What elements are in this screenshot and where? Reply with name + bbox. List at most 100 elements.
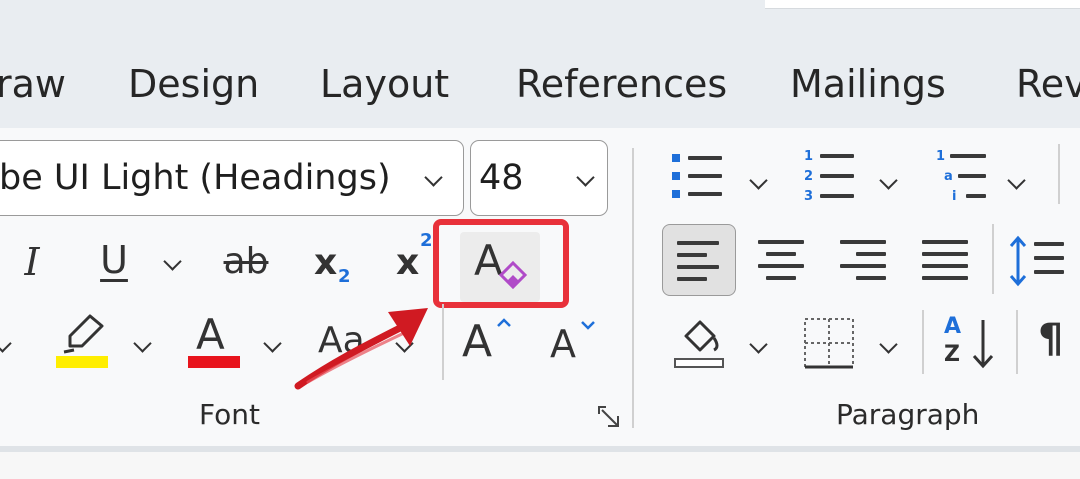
tab-references[interactable]: References [516,62,727,106]
list-line [820,194,854,198]
numbering-button[interactable]: 1 2 3 [804,148,856,204]
align-line [922,276,968,280]
highlight-color-dropdown[interactable] [133,334,152,354]
list-line [950,154,986,158]
grow-font-button[interactable]: A [462,316,518,372]
show-formatting-marks-button[interactable]: ¶ [1038,316,1063,362]
font-color-button[interactable]: A [186,310,244,372]
highlight-color-button[interactable] [56,312,112,372]
numbering-digit: 2 [804,169,814,184]
multilevel-list-button[interactable]: 1 a i [936,148,988,204]
sort-letter-z: Z [944,342,960,367]
shrink-font-button[interactable]: A [550,321,602,372]
shading-button[interactable] [672,318,726,370]
chevron-down-icon [576,168,595,187]
font-name-dropdown[interactable] [424,168,443,188]
align-line [766,276,796,280]
search-box-edge[interactable] [765,0,1080,9]
bullet-square [672,190,680,198]
align-line [840,240,886,244]
numbering-digit: 1 [804,149,814,164]
superscript-icon: x [396,242,420,283]
line-spacing-button[interactable] [1008,232,1078,292]
underline-dropdown[interactable] [163,252,182,272]
subscript-icon: x [314,242,338,283]
font-color-dropdown[interactable] [263,334,282,354]
subscript-mark: 2 [338,266,351,287]
separator [922,310,924,374]
font-group-label: Font [199,398,260,431]
justify-button[interactable] [920,230,972,290]
font-name-value: be UI Light (Headings) [0,158,391,198]
bullets-dropdown[interactable] [749,171,768,191]
tab-review[interactable]: Rev [1016,62,1080,106]
font-color-icon: A [196,310,225,359]
tab-mailings[interactable]: Mailings [790,62,946,106]
paragraph-group-label: Paragraph [836,398,980,431]
shrink-font-icon: A [550,322,576,366]
align-left-button[interactable] [662,224,736,296]
align-line [758,240,804,244]
font-size-combobox[interactable]: 48 [470,140,608,216]
subscript-button[interactable]: x 2 [314,236,364,292]
list-line [688,174,722,178]
chevron-down-icon [133,334,152,353]
shading-color-swatch [674,358,724,368]
italic-button[interactable]: I [10,234,54,290]
align-right-button[interactable] [838,230,890,290]
chevron-down-icon [163,252,182,271]
annotation-arrow-icon [294,308,428,390]
borders-icon [804,318,854,369]
align-line [922,252,968,256]
align-line [677,241,719,245]
grow-font-icon: A [462,316,493,367]
line-spacing-arrows-icon [1009,235,1027,287]
align-line [758,264,804,268]
shading-dropdown[interactable] [749,335,768,355]
text-effects-dropdown[interactable] [0,334,12,354]
align-line [677,253,707,257]
align-line [922,240,968,244]
bullet-square [672,154,680,162]
chevron-down-icon [749,335,768,354]
chevron-down-icon [263,334,282,353]
align-line [1034,242,1064,246]
font-size-dropdown[interactable] [576,168,595,188]
tab-layout[interactable]: Layout [320,62,449,106]
highlight-box [433,219,569,308]
multilevel-list-dropdown[interactable] [1007,171,1026,191]
numbering-dropdown[interactable] [879,171,898,191]
tab-draw[interactable]: raw [0,62,66,106]
underline-button[interactable]: U [92,232,136,288]
group-separator [632,148,634,428]
caret-down-icon [581,321,595,330]
bullets-button[interactable] [672,150,724,202]
underline-icon: U [100,238,128,282]
sort-button[interactable]: A Z [940,314,1004,372]
chevron-down-icon [424,168,443,187]
font-dialog-launcher-icon[interactable] [596,404,622,430]
font-name-combobox[interactable]: be UI Light (Headings) [0,140,464,216]
borders-dropdown[interactable] [879,335,898,355]
align-line [1034,270,1064,274]
multilevel-mark: i [952,189,957,204]
borders-button[interactable] [802,316,856,370]
list-line [688,156,722,160]
strikethrough-button[interactable]: ab [214,234,278,290]
sort-arrow-down-icon [972,320,994,369]
tab-design[interactable]: Design [128,62,259,106]
chevron-down-icon [879,335,898,354]
numbering-digit: 3 [804,189,814,204]
superscript-mark: 2 [420,230,433,251]
bullet-square [672,172,680,180]
italic-icon: I [24,240,40,284]
align-line [856,276,886,280]
separator [1058,144,1060,204]
align-center-button[interactable] [756,230,808,290]
chevron-down-icon [1007,171,1026,190]
paint-bucket-icon [684,320,719,352]
document-area-top [0,452,1080,479]
list-line [966,194,986,198]
align-line [856,252,886,256]
list-line [820,174,854,178]
